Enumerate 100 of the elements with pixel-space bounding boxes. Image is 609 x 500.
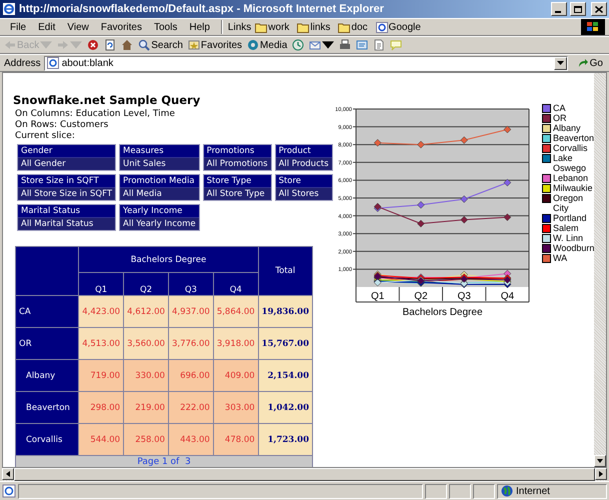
legend-label: Lake Oswego [553,153,588,173]
menu-item[interactable]: View [61,22,95,32]
favorites-tool-button[interactable]: Favorites [188,39,242,51]
slice-member: All Yearly Income [120,217,199,230]
edit-tool-button[interactable] [356,39,368,51]
menu-item[interactable]: Help [183,22,216,32]
x-axis-title: Bachelors Degree [402,307,483,318]
link-item[interactable]: Google [376,22,421,32]
table-cell: 219.00 [124,392,168,424]
document-icon [373,39,386,51]
column-header: Q4 [213,272,258,296]
star-icon [188,39,200,51]
column-header: Q1 [78,272,124,296]
column-header: Q3 [168,272,214,296]
point [417,201,425,209]
refresh-icon [104,39,116,51]
slice-dimension: Store [278,175,302,187]
link-item[interactable]: links [297,22,330,32]
slice-box[interactable]: Marital Status All Marital Status [17,204,116,231]
slice-box[interactable]: Store Type All Store Type [202,174,272,201]
document-tool-button[interactable] [373,39,386,51]
minimize-button[interactable] [551,2,567,16]
pager-text[interactable]: Page 1 of 3 [16,456,312,467]
mail-tool-button[interactable] [309,39,334,51]
slice-box[interactable]: Gender All Gender [17,144,116,171]
refresh-tool-button[interactable] [104,39,116,51]
close-button[interactable] [591,2,607,16]
slice-dimension: Product [278,145,312,157]
slice-dimension: Marital Status [20,205,82,217]
table-cell: 3,776.00 [168,328,214,360]
maximize-icon [574,6,582,12]
info-text: Current slice: [15,131,76,142]
table-cell: 4,513.00 [78,328,124,360]
disc-icon [247,39,260,51]
slice-box[interactable]: Yearly Income All Yearly Income [119,204,200,231]
slice-box[interactable]: Promotion Media All Media [119,174,200,201]
search-tool-button[interactable]: Search [138,39,183,51]
slice-box[interactable]: Store Size in SQFT All Store Size in SQFT [17,174,116,201]
history-tool-button[interactable] [292,39,304,51]
slice-member: All Store Size in SQFT [18,187,116,200]
table-cell: 258.00 [124,424,168,456]
arrow-right-icon [57,39,70,51]
scroll-left-button[interactable] [2,468,14,480]
printer-icon [339,39,352,51]
link-item[interactable]: doc [338,22,368,32]
slice-box[interactable]: Store All Stores [274,174,333,201]
vertical-scrollbar[interactable] [594,73,606,467]
page-icon [46,57,59,69]
row-header: Albany [16,360,79,392]
total-cell: 2,154.00 [258,360,312,392]
x-category-label: Q3 [457,291,471,302]
stop-icon [87,39,100,51]
x-category-label: Q4 [500,291,514,302]
table-cell: 3,918.00 [213,328,258,360]
corner-cell [16,246,79,296]
menu-item[interactable]: Tools [148,22,184,32]
point [417,140,425,148]
slice-member: All Media [120,187,199,200]
envelope-icon [309,39,322,51]
scroll-right-button[interactable] [595,468,607,480]
slice-box[interactable]: Measures Unit Sales [119,144,200,171]
table-cell: 3,560.00 [124,328,168,360]
scroll-down-button[interactable] [594,455,606,467]
slice-box[interactable]: Promotions All Promotions [202,144,272,171]
menu-item[interactable]: File [4,22,32,32]
go-button[interactable]: Go [576,58,605,68]
stop-tool-button[interactable] [87,39,100,51]
table-cell: 696.00 [168,360,214,392]
folder-icon [255,22,268,32]
table-cell: 5,864.00 [213,296,258,328]
media-tool-button[interactable]: Media [247,39,288,51]
status-pane [425,484,447,498]
security-zone: Internet [497,484,607,498]
slice-box[interactable]: Product All Products [274,144,333,171]
legend-label: CA [553,103,566,113]
total-cell: 1,723.00 [258,424,312,456]
legend-label: WA [553,253,568,263]
flag-logo-icon [587,22,599,32]
address-field[interactable]: about:blank [44,56,568,70]
slice-dimension: Gender [20,145,54,157]
menu-item[interactable]: Favorites [94,22,148,32]
left-arrow-icon [5,471,11,477]
home-tool-button[interactable] [121,39,134,51]
maximize-button[interactable] [570,2,586,16]
address-label: Address [4,58,41,68]
dropdown-button[interactable] [554,56,567,70]
legend-label: Milwaukie [553,183,593,193]
point [374,139,382,147]
table-cell: 298.00 [78,392,124,424]
table-cell: 443.00 [168,424,214,456]
home-icon [121,39,134,51]
slice-dimension: Promotion Media [122,175,196,187]
point [504,178,512,186]
link-item[interactable]: work [255,22,290,32]
info-text: On Rows: Customers [15,120,110,131]
slice-member: All Gender [18,157,116,170]
legend-label: Woodburn [553,243,594,253]
slice-dimension: Yearly Income [122,205,184,217]
menu-item[interactable]: Edit [32,22,62,32]
print-tool-button[interactable] [339,39,352,51]
